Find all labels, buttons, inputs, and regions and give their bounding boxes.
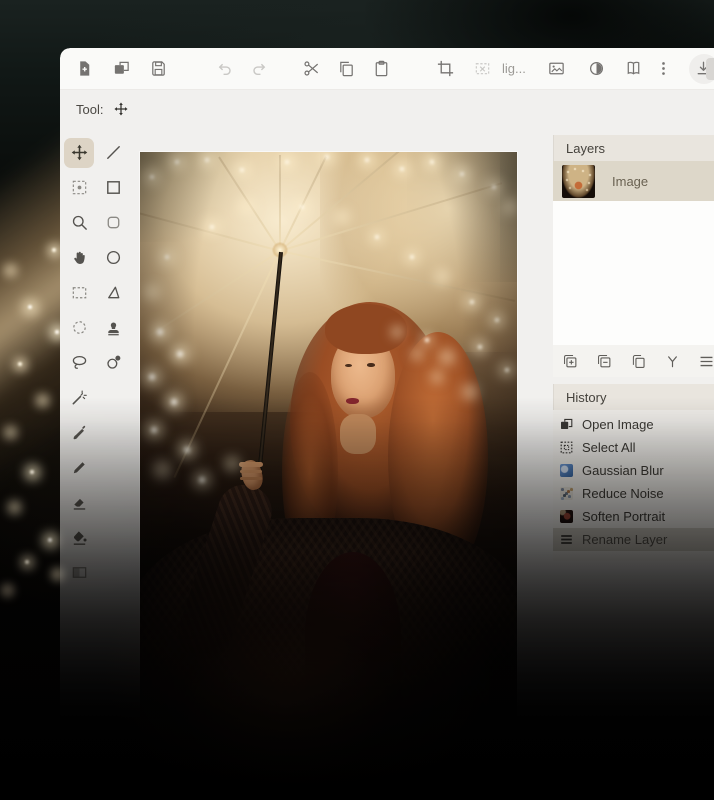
tool-magic-wand[interactable] — [64, 383, 94, 413]
rename-layer-icon — [560, 533, 573, 546]
history-title: History — [566, 390, 606, 405]
tool-gradient[interactable] — [64, 558, 94, 588]
tool-lasso[interactable] — [64, 348, 94, 378]
deselect-button[interactable] — [471, 58, 493, 80]
tool-eraser[interactable] — [64, 488, 94, 518]
tool-ellipse[interactable] — [98, 243, 128, 273]
soften-portrait-icon — [560, 510, 573, 523]
history-row-open-image[interactable]: Open Image — [553, 413, 714, 436]
screenshot-stage: lig... Tool: — [0, 0, 714, 800]
photo-vignette — [140, 152, 517, 720]
duplicate-layer-button[interactable] — [630, 353, 647, 370]
redo-button[interactable] — [248, 58, 270, 80]
layers-toolbar — [553, 345, 714, 377]
tool-clone-stamp[interactable] — [98, 313, 128, 343]
tool-hand[interactable] — [64, 243, 94, 273]
tool-empty-4 — [98, 488, 128, 518]
workspace: Tool: — [60, 90, 714, 720]
history-label: Reduce Noise — [582, 486, 664, 501]
open-image-button[interactable] — [110, 58, 132, 80]
layer-row-image[interactable]: Image — [553, 161, 714, 201]
copy-button[interactable] — [335, 58, 357, 80]
tool-move[interactable] — [64, 138, 94, 168]
tool-fill-bucket[interactable] — [64, 523, 94, 553]
history-label: Rename Layer — [582, 532, 667, 547]
history-label: Soften Portrait — [582, 509, 665, 524]
flip-button[interactable] — [623, 58, 645, 80]
open-image-icon — [560, 418, 573, 431]
cut-button[interactable] — [300, 58, 322, 80]
merge-layers-button[interactable] — [664, 353, 681, 370]
move-tool-icon — [113, 101, 129, 117]
history-row-soften-portrait[interactable]: Soften Portrait — [553, 505, 714, 528]
tool-empty-3 — [98, 453, 128, 483]
save-button[interactable] — [147, 58, 169, 80]
tool-marquee-rect[interactable] — [64, 278, 94, 308]
gaussian-blur-icon — [560, 464, 573, 477]
add-layer-button[interactable] — [562, 353, 579, 370]
history-row-gaussian-blur[interactable]: Gaussian Blur — [553, 459, 714, 482]
select-all-icon — [560, 441, 573, 454]
history-panel-header: History — [553, 384, 714, 410]
layer-thumbnail — [562, 165, 595, 198]
layer-name: Image — [612, 174, 648, 189]
editor-window: lig... Tool: — [60, 48, 714, 720]
tool-triangle[interactable] — [98, 278, 128, 308]
tool-pencil[interactable] — [64, 453, 94, 483]
tool-line[interactable] — [98, 138, 128, 168]
layers-title: Layers — [566, 141, 605, 156]
history-list: Open Image Select All Gaussian Blur Redu… — [553, 410, 714, 561]
tool-label: Tool: — [76, 102, 103, 117]
crop-button[interactable] — [434, 58, 456, 80]
tool-rounded-rectangle[interactable] — [98, 208, 128, 238]
tool-brush[interactable] — [64, 418, 94, 448]
history-row-reduce-noise[interactable]: Reduce Noise — [553, 482, 714, 505]
tool-options-bar: Tool: — [76, 101, 129, 117]
tool-zoom[interactable] — [64, 208, 94, 238]
canvas[interactable] — [140, 152, 517, 720]
background-fairy-lights-core — [0, 0, 4, 4]
image-adjust-button[interactable] — [546, 58, 568, 80]
history-label: Open Image — [582, 417, 654, 432]
tools-sidebar — [62, 135, 130, 590]
right-panel-column: Layers Image History — [553, 135, 714, 561]
layer-menu-button[interactable] — [698, 353, 714, 370]
tool-color-picker[interactable] — [98, 348, 128, 378]
history-label: Select All — [582, 440, 635, 455]
tool-empty-1 — [98, 383, 128, 413]
undo-button[interactable] — [213, 58, 235, 80]
layers-empty-area — [553, 201, 714, 345]
tool-empty-5 — [98, 523, 128, 553]
layers-panel-header: Layers — [553, 135, 714, 161]
top-toolbar: lig... — [60, 48, 714, 90]
tool-marquee-ellipse[interactable] — [64, 313, 94, 343]
remove-layer-button[interactable] — [596, 353, 613, 370]
history-row-select-all[interactable]: Select All — [553, 436, 714, 459]
panel-gap — [553, 377, 714, 384]
tool-empty-2 — [98, 418, 128, 448]
new-file-button[interactable] — [73, 58, 95, 80]
tool-rectangle[interactable] — [98, 173, 128, 203]
document-filename[interactable]: lig... — [502, 61, 526, 76]
tool-free-transform[interactable] — [64, 173, 94, 203]
history-label: Gaussian Blur — [582, 463, 664, 478]
paste-button[interactable] — [370, 58, 392, 80]
more-menu-button[interactable] — [653, 58, 675, 80]
history-row-rename-layer[interactable]: Rename Layer — [553, 528, 714, 551]
brightness-contrast-button[interactable] — [586, 58, 608, 80]
reduce-noise-icon — [560, 487, 573, 500]
partial-button[interactable] — [706, 58, 714, 80]
canvas-photo — [140, 152, 517, 720]
